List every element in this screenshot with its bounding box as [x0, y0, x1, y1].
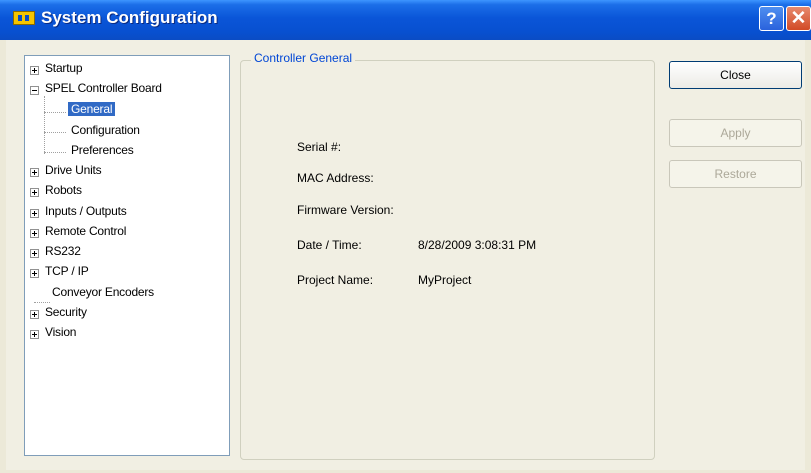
tree-connector-line	[44, 112, 66, 113]
tree-item-tcp-ip[interactable]: TCP / IP	[45, 264, 89, 278]
tree-item-preferences[interactable]: Preferences	[71, 143, 134, 157]
tree-connector-line	[44, 152, 66, 153]
tree-item-vision[interactable]: Vision	[45, 325, 76, 339]
tree-item-rs232[interactable]: RS232	[45, 244, 81, 258]
date-time-label: Date / Time:	[297, 238, 362, 252]
tree-item-inputs-outputs[interactable]: Inputs / Outputs	[45, 204, 127, 218]
expand-icon[interactable]	[30, 209, 39, 218]
tree-connector-line	[34, 302, 50, 303]
help-button[interactable]: ?	[759, 6, 784, 31]
tree-item-conveyor-encoders[interactable]: Conveyor Encoders	[52, 285, 154, 299]
tree-connector-line	[44, 132, 66, 133]
tree-item-remote-control[interactable]: Remote Control	[45, 224, 126, 238]
app-icon	[13, 11, 35, 25]
expand-icon[interactable]	[30, 168, 39, 177]
expand-icon[interactable]	[30, 269, 39, 278]
settings-tree[interactable]: Startup SPEL Controller Board General Co…	[24, 55, 230, 456]
group-title: Controller General	[251, 51, 356, 65]
expand-icon[interactable]	[30, 229, 39, 238]
close-button[interactable]: Close	[669, 61, 802, 89]
firmware-version-label: Firmware Version:	[297, 203, 394, 217]
tree-item-configuration[interactable]: Configuration	[71, 123, 140, 137]
project-name-label: Project Name:	[297, 273, 374, 287]
system-configuration-window: System Configuration ? ✕ Startup SPEL Co…	[0, 0, 811, 473]
apply-button[interactable]: Apply	[669, 119, 802, 147]
title-bar[interactable]: System Configuration ? ✕	[0, 0, 811, 40]
window-close-button[interactable]: ✕	[786, 6, 811, 31]
project-name-value: MyProject	[418, 273, 472, 287]
mac-address-label: MAC Address:	[297, 171, 374, 185]
restore-button[interactable]: Restore	[669, 160, 802, 188]
expand-icon[interactable]	[30, 188, 39, 197]
tree-item-general[interactable]: General	[68, 102, 116, 116]
controller-general-group	[240, 60, 655, 460]
tree-item-robots[interactable]: Robots	[45, 183, 82, 197]
collapse-icon[interactable]	[30, 86, 39, 95]
tree-item-startup[interactable]: Startup	[45, 61, 82, 75]
tree-item-spel-controller-board[interactable]: SPEL Controller Board	[45, 81, 162, 95]
tree-connector-line	[44, 96, 45, 154]
tree-item-security[interactable]: Security	[45, 305, 87, 319]
date-time-value: 8/28/2009 3:08:31 PM	[418, 238, 537, 252]
expand-icon[interactable]	[30, 330, 39, 339]
window-title: System Configuration	[41, 8, 218, 27]
serial-number-label: Serial #:	[297, 140, 342, 154]
expand-icon[interactable]	[30, 310, 39, 319]
expand-icon[interactable]	[30, 66, 39, 75]
expand-icon[interactable]	[30, 249, 39, 258]
tree-item-drive-units[interactable]: Drive Units	[45, 163, 102, 177]
